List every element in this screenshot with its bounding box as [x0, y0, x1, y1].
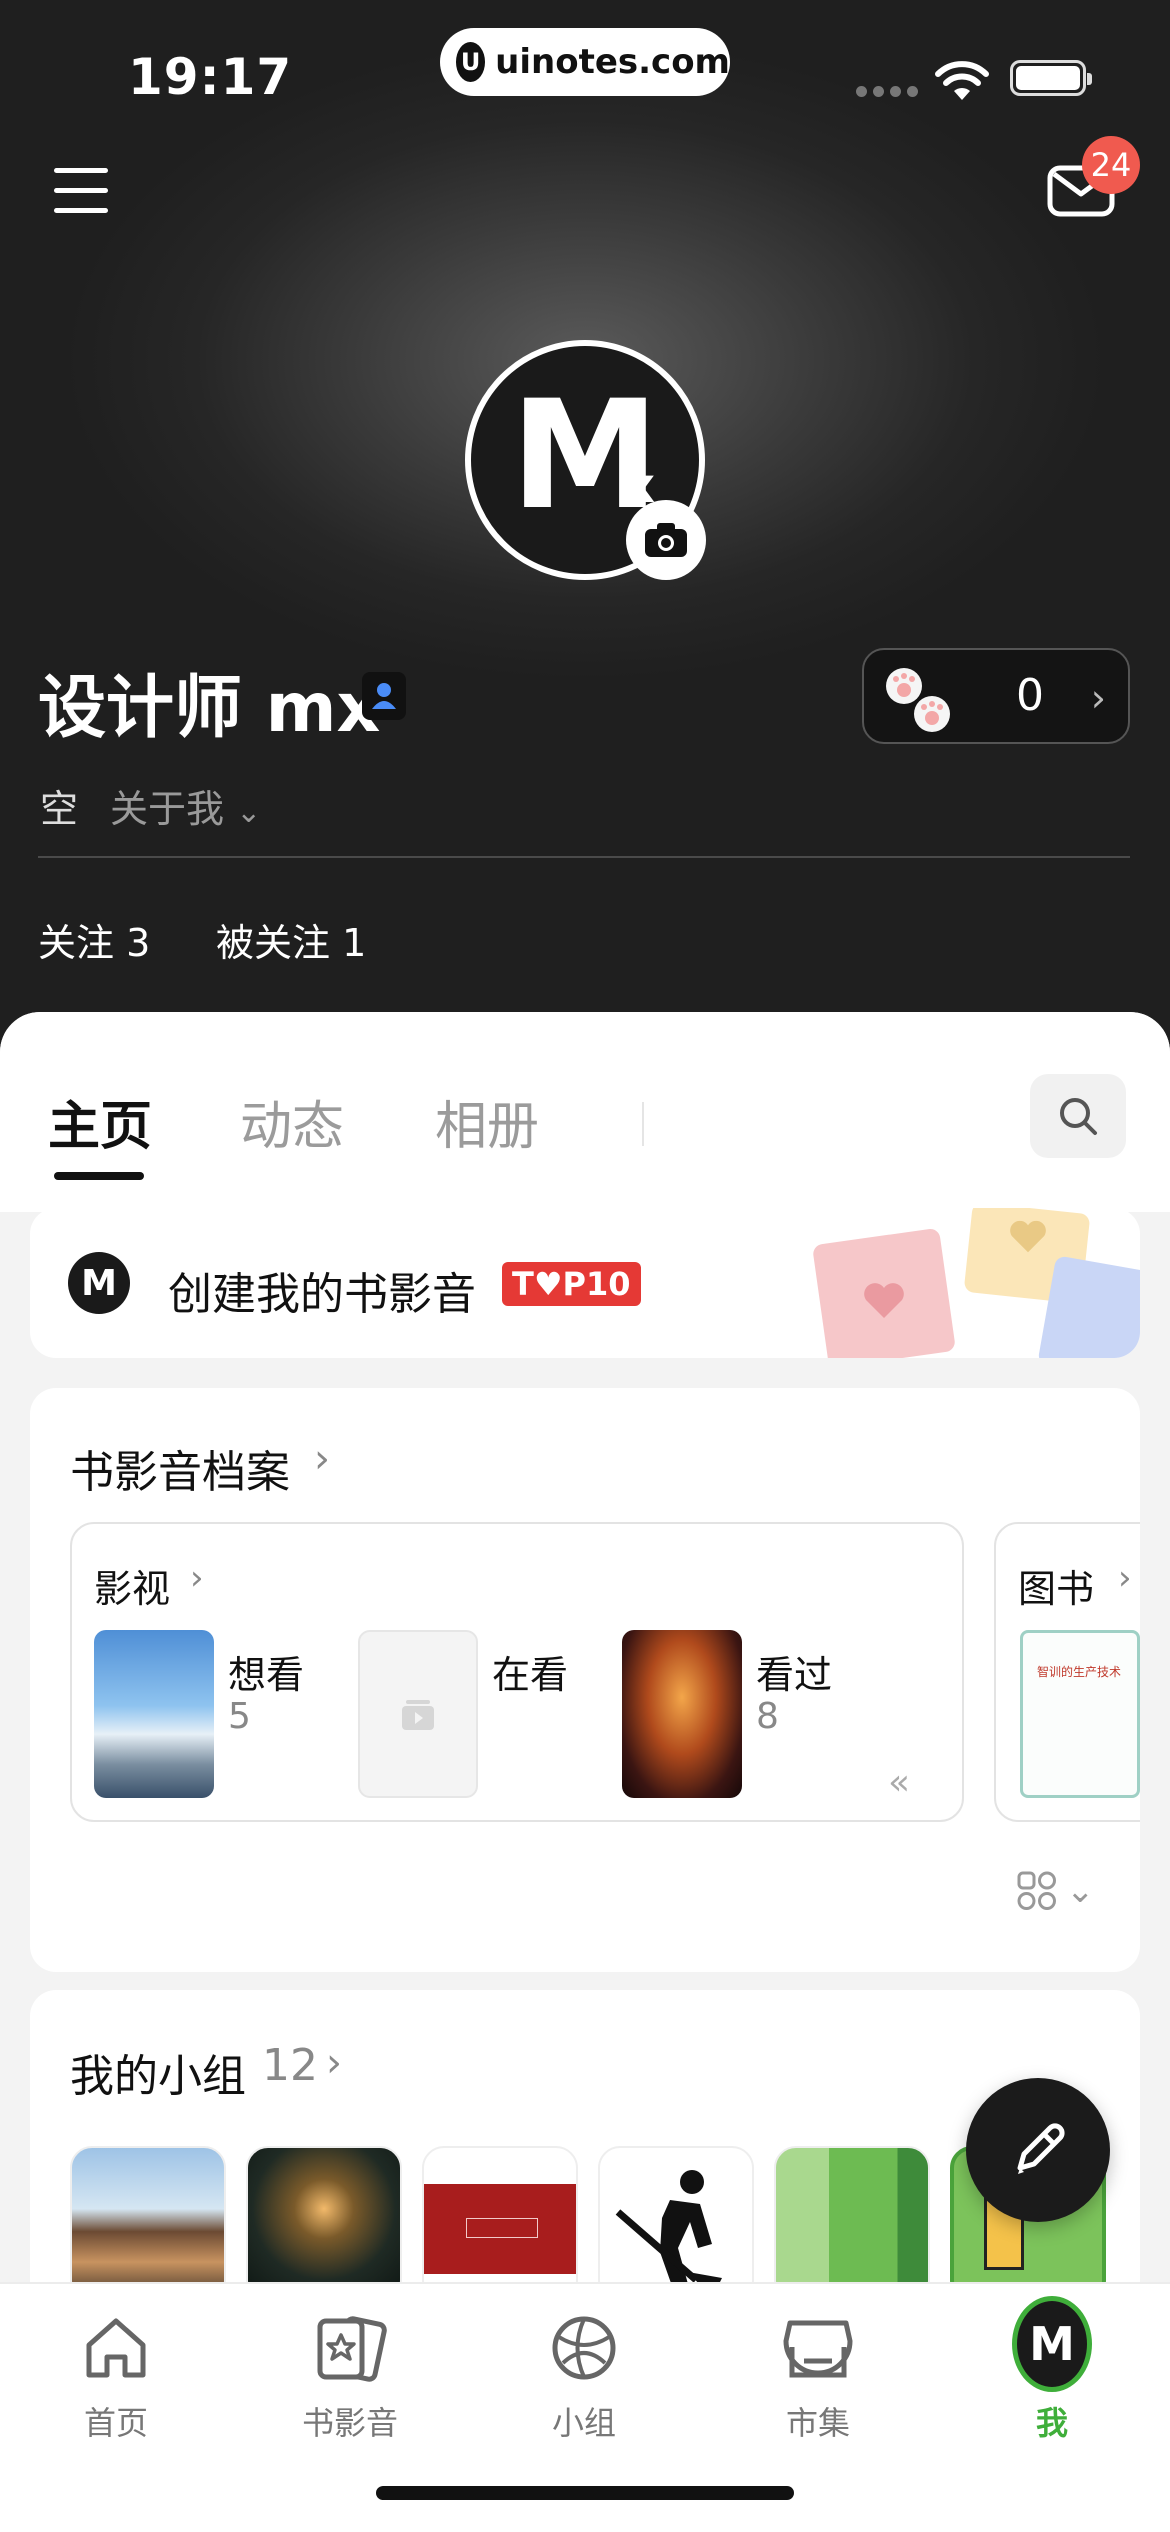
top10-tag: T♥P10	[502, 1262, 641, 1306]
layout-toggle-button[interactable]: ⌄	[1016, 1870, 1095, 1912]
status-label: 想看	[228, 1653, 305, 1697]
heart-icon	[864, 1283, 904, 1318]
chevron-down-icon: ⌄	[236, 795, 262, 830]
status-count: 5	[228, 1696, 251, 1737]
chevron-right-icon: ›	[326, 2040, 342, 2086]
status-label: 看过	[756, 1653, 833, 1697]
nav-books-label: 书影音	[301, 2404, 398, 2442]
video-placeholder-icon	[402, 1700, 434, 1730]
double-chevron-left-icon[interactable]: «	[888, 1762, 910, 1803]
create-top10-card[interactable]: M 创建我的书影音 T♥P10	[30, 1208, 1140, 1358]
book-label: 图书	[1018, 1567, 1095, 1611]
nav-groups-label: 小组	[551, 2404, 616, 2442]
search-button[interactable]	[1030, 1074, 1126, 1158]
nav-market[interactable]: 市集	[738, 2308, 898, 2458]
signal-icon	[856, 86, 918, 97]
battery-icon	[1010, 60, 1092, 96]
tab-home[interactable]: 主页	[48, 1084, 152, 1159]
header-divider	[38, 856, 1130, 858]
empty-poster-placeholder	[358, 1630, 478, 1798]
following-count[interactable]: 关注 3	[38, 912, 150, 967]
archive-title[interactable]: 书影音档案	[70, 1436, 290, 1500]
tab-album[interactable]: 相册	[435, 1084, 539, 1159]
worker-shovel-icon	[615, 2170, 722, 2282]
menu-button[interactable]	[54, 168, 108, 214]
groups-count: 12	[262, 2040, 318, 2091]
book-cover-thumbnail: 智训的生产技术	[1020, 1630, 1140, 1798]
nav-me-label: 我	[1035, 2404, 1068, 2442]
url-text: uinotes.com	[495, 42, 730, 82]
top10-text: 创建我的书影音	[168, 1269, 476, 1320]
profile-header: 19:17 U uinotes.com 24 M x 设计师 mx 0 › 空 …	[0, 0, 1170, 1060]
nav-home[interactable]: 首页	[36, 2308, 196, 2458]
chevron-right-icon: ›	[314, 1436, 330, 1482]
movie-label: 影视	[94, 1567, 171, 1611]
url-pill: U uinotes.com	[440, 28, 730, 96]
book-archive-box[interactable]: 图书 › 智训的生产技术	[994, 1522, 1140, 1822]
pen-icon	[1017, 2123, 1065, 2174]
wifi-icon	[935, 61, 989, 100]
group-thumbnail[interactable]	[246, 2146, 402, 2282]
active-tab-indicator	[54, 1172, 144, 1180]
groups-ball-icon	[552, 2316, 616, 2380]
star-cards-icon	[317, 2316, 387, 2382]
brand-logo-icon: M	[68, 1252, 130, 1314]
nav-books-movies-music[interactable]: 书影音	[270, 2308, 430, 2458]
nav-groups[interactable]: 小组	[504, 2308, 664, 2458]
poster-thumbnail	[622, 1630, 742, 1798]
verified-user-icon	[362, 672, 406, 720]
camera-icon	[645, 523, 687, 557]
chevron-down-icon: ⌄	[1066, 1871, 1095, 1911]
group-thumbnail[interactable]	[422, 2146, 578, 2282]
banner-box-graphic	[466, 2218, 538, 2238]
uinotes-logo-icon: U	[456, 42, 486, 82]
group-thumbnail[interactable]	[70, 2146, 226, 2282]
group-thumbnail[interactable]	[774, 2146, 930, 2282]
compose-button[interactable]	[966, 2078, 1110, 2222]
chevron-right-icon: ›	[1118, 1558, 1132, 1598]
nav-home-label: 首页	[83, 2404, 148, 2442]
media-archive-card: 书影音档案 › 影视 › 想看 5 在看 看过 8 « 图书 › 智训的生产技术…	[30, 1388, 1140, 1972]
tab-activity[interactable]: 动态	[240, 1084, 344, 1159]
poster-thumbnail	[94, 1630, 214, 1798]
paw-points-button[interactable]: 0 ›	[862, 648, 1130, 744]
grid-layout-icon	[1017, 1871, 1056, 1910]
book-cover-title: 智训的生产技术	[1037, 1665, 1122, 1679]
nav-market-label: 市集	[785, 2404, 850, 2442]
paw-icon	[886, 668, 950, 732]
about-me-label: 关于我	[110, 787, 225, 831]
me-avatar-icon: M	[1012, 2296, 1092, 2392]
status-time: 19:17	[128, 48, 293, 106]
group-thumbnail[interactable]	[598, 2146, 754, 2282]
status-label: 在看	[492, 1653, 569, 1697]
search-icon	[1060, 1098, 1097, 1135]
tab-divider	[642, 1102, 644, 1146]
heart-card-decoration	[1037, 1255, 1140, 1358]
store-icon	[783, 2320, 853, 2378]
chevron-right-icon: ›	[1090, 676, 1106, 720]
nav-me[interactable]: M 我	[972, 2296, 1132, 2458]
status-count: 8	[756, 1696, 779, 1737]
home-indicator	[376, 2486, 794, 2500]
paw-count: 0	[1016, 670, 1044, 721]
bio-empty-text: 空	[40, 787, 79, 831]
about-me-toggle[interactable]: 关于我 ⌄	[110, 778, 261, 833]
movie-archive-box[interactable]: 影视 › 想看 5 在看 看过 8 «	[70, 1522, 964, 1822]
profile-tabs: 主页 动态 相册	[0, 1012, 1170, 1212]
user-name: 设计师 mx	[38, 669, 381, 748]
chevron-right-icon: ›	[190, 1558, 204, 1598]
mail-badge: 24	[1082, 136, 1140, 194]
camera-button[interactable]	[626, 500, 706, 580]
followers-count[interactable]: 被关注 1	[216, 912, 366, 967]
heart-icon	[1010, 1220, 1046, 1253]
groups-title[interactable]: 我的小组	[70, 2040, 246, 2104]
home-icon	[86, 2318, 146, 2378]
